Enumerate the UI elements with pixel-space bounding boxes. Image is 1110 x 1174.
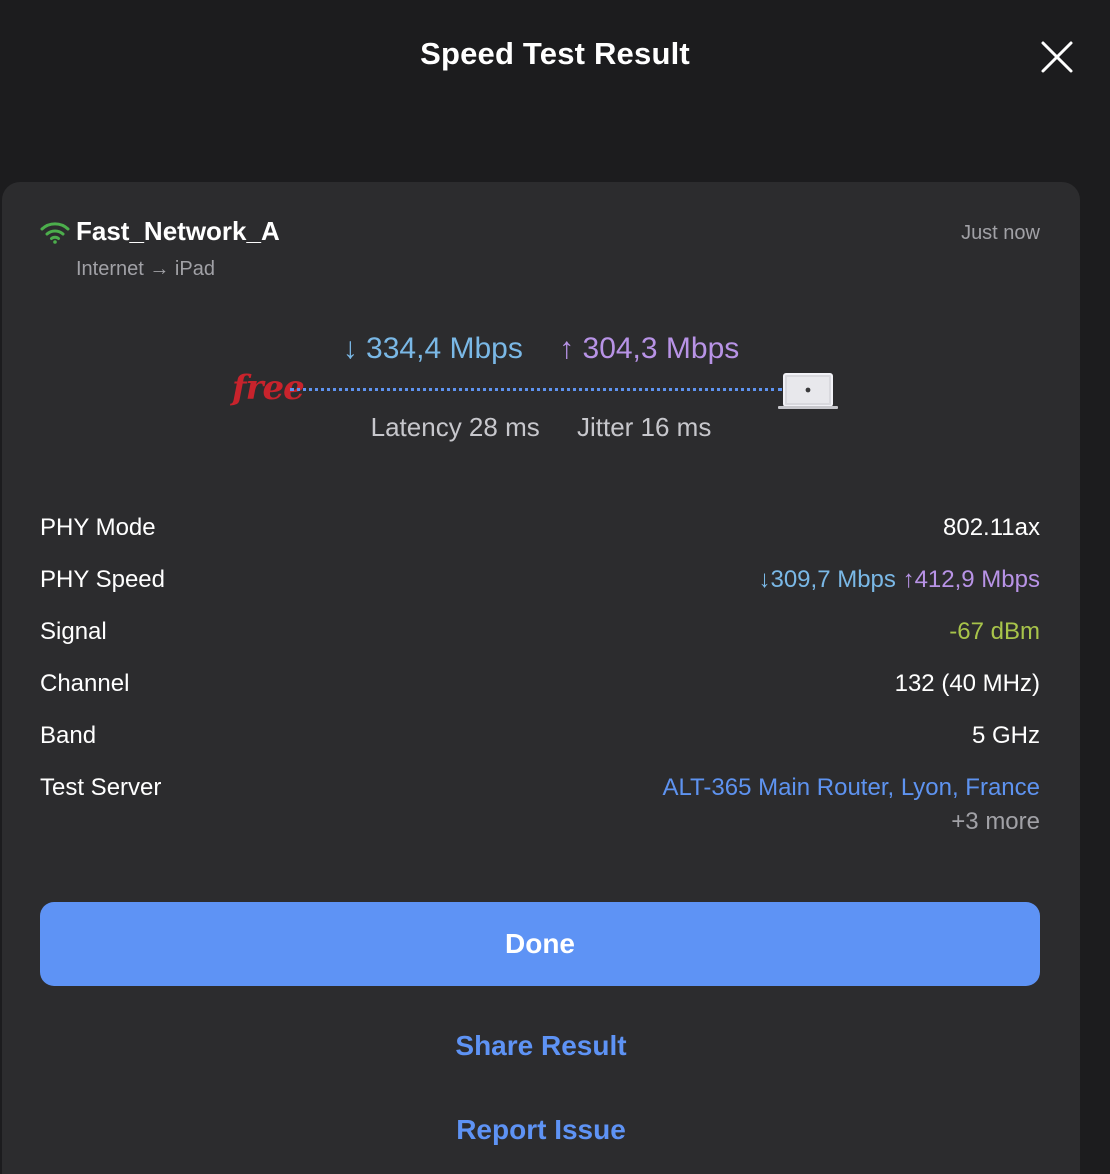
latency-summary: Latency 28 ms Jitter 16 ms: [2, 412, 1080, 443]
detail-label: PHY Mode: [40, 514, 156, 541]
detail-label: Band: [40, 722, 97, 749]
page-title: Speed Test Result: [420, 36, 690, 71]
wifi-icon: [40, 222, 70, 244]
share-result-button[interactable]: Share Result: [2, 1030, 1080, 1062]
speed-test-result-screen: Speed Test Result Fast_Network_A Interne…: [0, 0, 1110, 1174]
detail-row-test-server: Test Server ALT-365 Main Router, Lyon, F…: [40, 772, 1040, 835]
connection-line: [290, 388, 782, 391]
download-speed: ↓ 334,4 Mbps: [342, 332, 523, 365]
phy-speed-down: ↓309,7 Mbps: [758, 566, 896, 593]
detail-label: Test Server: [40, 774, 162, 801]
done-button[interactable]: Done: [40, 902, 1040, 986]
network-name: Fast_Network_A: [76, 216, 280, 246]
detail-label: PHY Speed: [40, 566, 165, 593]
detail-row-phy-speed: PHY Speed ↓309,7 Mbps ↑412,9 Mbps: [40, 564, 1040, 616]
detail-value: 802.11ax: [943, 514, 1040, 541]
detail-row-band: Band 5 GHz: [40, 720, 1040, 772]
jitter-value: Jitter 16 ms: [576, 412, 712, 442]
detail-value: 5 GHz: [971, 722, 1040, 749]
details-list: PHY Mode 802.11ax PHY Speed ↓309,7 Mbps …: [40, 512, 1040, 835]
detail-row-phy-mode: PHY Mode 802.11ax: [40, 512, 1040, 564]
latency-value: Latency 28 ms: [370, 412, 540, 442]
detail-row-channel: Channel 132 (40 MHz): [40, 668, 1040, 720]
laptop-icon: [778, 373, 838, 409]
close-icon: [1041, 41, 1073, 73]
detail-label: Signal: [40, 618, 107, 645]
upload-speed: ↑ 304,3 Mbps: [559, 332, 740, 365]
report-issue-button[interactable]: Report Issue: [2, 1114, 1080, 1146]
connection-diagram: free: [232, 368, 842, 412]
result-card: Fast_Network_A Internet → iPad Just now …: [2, 182, 1080, 1174]
detail-label: Channel: [40, 670, 130, 697]
detail-value: ↓309,7 Mbps ↑412,9 Mbps: [758, 566, 1040, 594]
network-path: Internet → iPad: [76, 258, 215, 280]
signal-value: -67 dBm: [949, 618, 1040, 645]
close-button[interactable]: [1034, 34, 1080, 80]
more-servers[interactable]: +3 more: [951, 808, 1040, 836]
speed-summary: ↓ 334,4 Mbps ↑ 304,3 Mbps: [2, 332, 1080, 366]
detail-value: 132 (40 MHz): [894, 670, 1040, 697]
test-server-link[interactable]: ALT-365 Main Router, Lyon, France: [662, 774, 1040, 802]
timestamp: Just now: [961, 222, 1040, 244]
detail-row-signal: Signal -67 dBm: [40, 616, 1040, 668]
phy-speed-up: ↑412,9 Mbps: [902, 566, 1040, 593]
